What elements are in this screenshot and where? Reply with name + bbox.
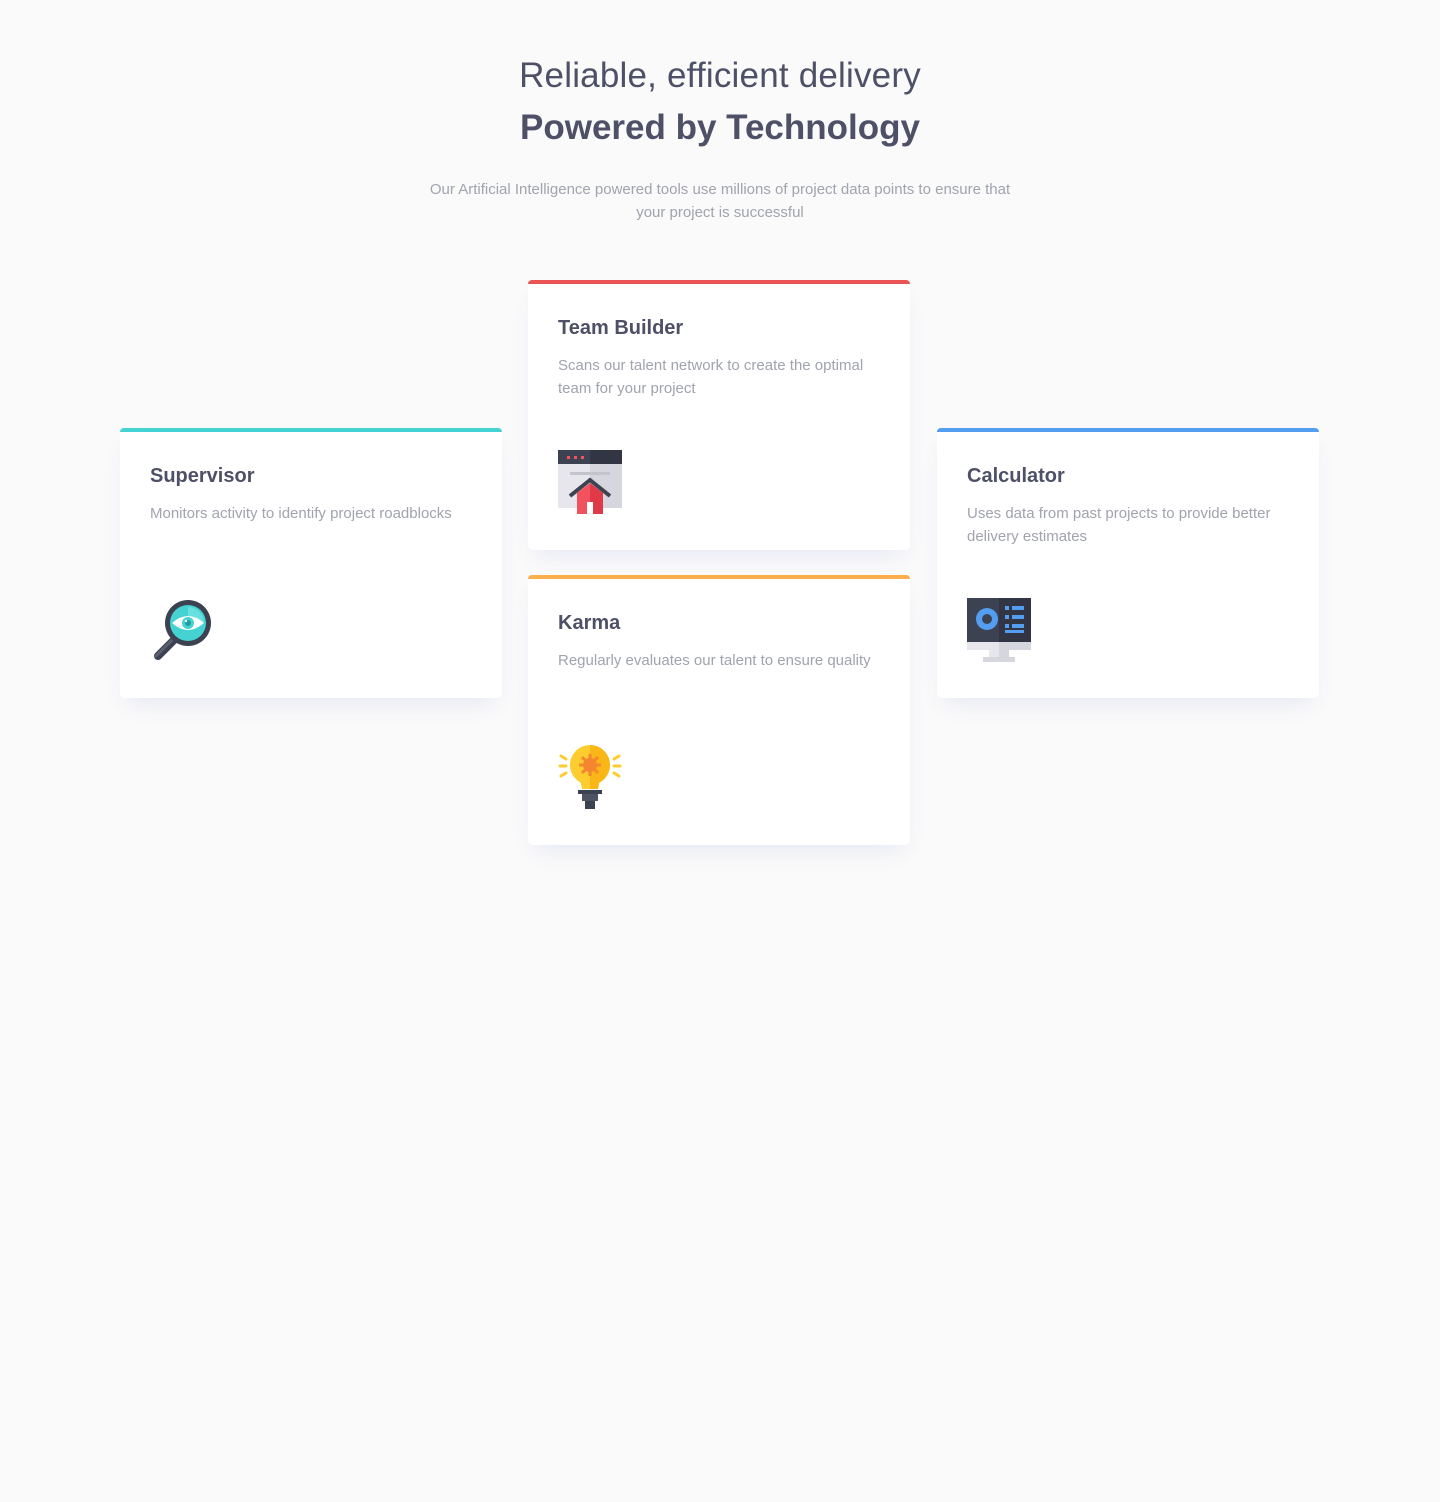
card-description: Monitors activity to identify project ro… bbox=[150, 505, 452, 522]
features-section: Reliable, efficient delivery Powered by … bbox=[0, 0, 1440, 1502]
card-team-builder: Team Builder Scans our talent network to… bbox=[528, 280, 910, 550]
section-tagline: Reliable, efficient delivery bbox=[519, 56, 921, 95]
browser-house-icon bbox=[558, 450, 622, 514]
card-accent-bar bbox=[120, 428, 502, 432]
section-header: Reliable, efficient delivery Powered by … bbox=[0, 54, 1440, 224]
lightbulb-icon bbox=[558, 745, 622, 809]
card-accent-bar bbox=[528, 280, 910, 284]
card-title: Team Builder bbox=[558, 317, 684, 339]
card-karma: Karma Regularly evaluates our talent to … bbox=[528, 575, 910, 845]
section-headline: Powered by Technology bbox=[520, 108, 920, 147]
card-title: Supervisor bbox=[150, 465, 255, 487]
card-accent-bar bbox=[528, 575, 910, 579]
card-description: Uses data from past projects to provide … bbox=[967, 505, 1271, 545]
card-title: Karma bbox=[558, 612, 621, 634]
card-description: Scans our talent network to create the o… bbox=[558, 357, 864, 397]
monitor-dashboard-icon bbox=[967, 598, 1031, 662]
card-accent-bar bbox=[937, 428, 1319, 432]
card-title: Calculator bbox=[967, 465, 1065, 487]
magnifier-eye-icon bbox=[150, 598, 214, 662]
card-calculator: Calculator Uses data from past projects … bbox=[937, 428, 1319, 698]
card-supervisor: Supervisor Monitors activity to identify… bbox=[120, 428, 502, 698]
section-intro: Our Artificial Intelligence powered tool… bbox=[429, 181, 1011, 221]
card-description: Regularly evaluates our talent to ensure… bbox=[558, 652, 871, 669]
